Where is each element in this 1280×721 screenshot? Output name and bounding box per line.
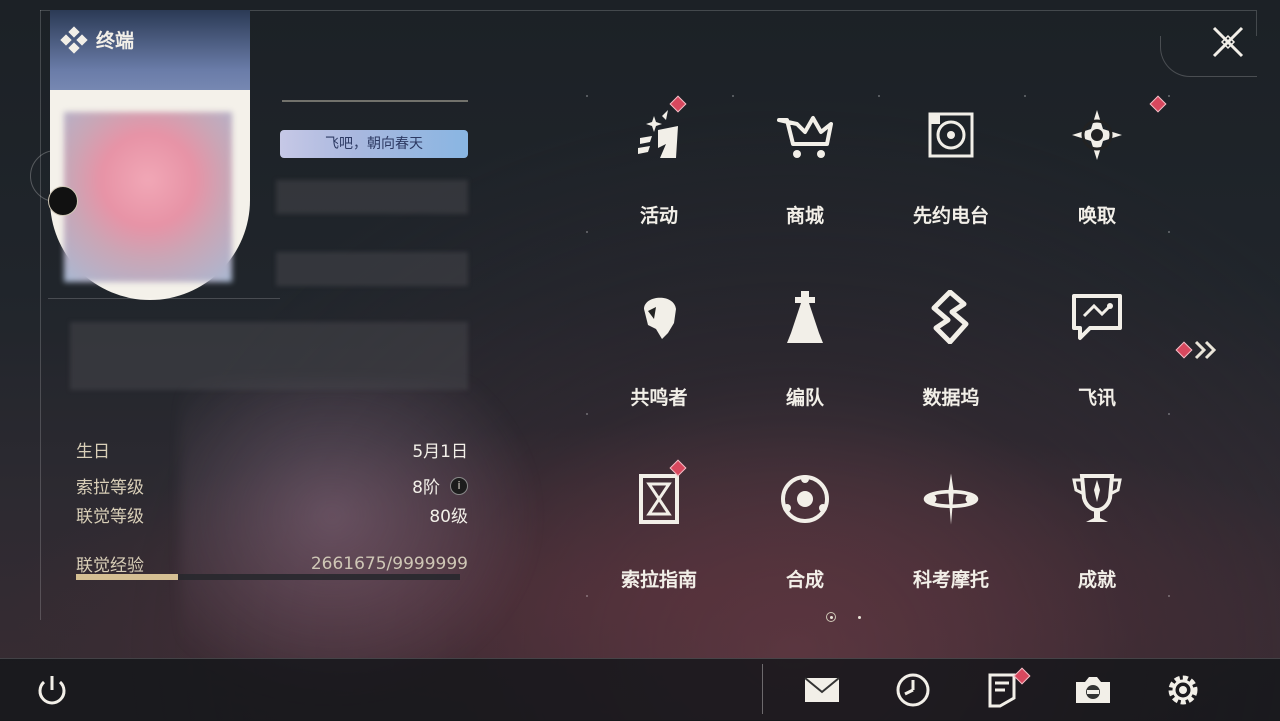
menu-label: 科考摩托 bbox=[912, 569, 989, 591]
terminal-header: 终端 bbox=[60, 25, 135, 54]
player-name-blurred bbox=[276, 180, 468, 214]
message-chat-icon bbox=[1067, 287, 1127, 347]
page-indicator bbox=[826, 612, 861, 622]
clock-button[interactable] bbox=[893, 670, 933, 710]
menu-label: 先约电台 bbox=[912, 205, 989, 227]
menu-item-resonator[interactable]: 共鸣者 bbox=[586, 267, 732, 437]
player-id-blurred bbox=[276, 252, 468, 286]
radio-icon bbox=[921, 105, 981, 165]
menu-item-achievement[interactable]: 成就 bbox=[1024, 449, 1170, 619]
exp-progress-bar bbox=[76, 574, 460, 580]
clock-icon bbox=[896, 673, 930, 707]
menu-label: 合成 bbox=[785, 569, 824, 591]
grid-dot bbox=[586, 595, 588, 597]
grid-dot bbox=[1024, 95, 1026, 97]
notification-badge bbox=[1175, 341, 1193, 359]
menu-item-activity[interactable]: 活动 bbox=[586, 85, 732, 255]
synthesis-icon bbox=[775, 469, 835, 529]
camera-icon bbox=[1076, 677, 1110, 703]
exp-progress-fill bbox=[76, 574, 179, 580]
next-page-button[interactable] bbox=[1175, 340, 1222, 360]
settings-button[interactable] bbox=[1163, 670, 1203, 710]
menu-item-synthesis[interactable]: 合成 bbox=[732, 449, 878, 619]
stat-label: 索拉等级 bbox=[76, 478, 144, 498]
title-badge[interactable]: 飞吧，朝向春天 bbox=[280, 130, 468, 158]
profile-divider bbox=[48, 298, 280, 299]
stat-label: 联觉经验 bbox=[76, 556, 144, 576]
terminal-diamond-icon bbox=[60, 25, 88, 54]
stat-sola-level: 索拉等级 8阶 i bbox=[76, 473, 468, 498]
motorbike-icon bbox=[921, 469, 981, 529]
settings-gear-icon bbox=[1168, 675, 1198, 705]
page-dot-active[interactable] bbox=[826, 612, 836, 622]
frame-right-line bbox=[1256, 10, 1257, 36]
grid-dot bbox=[1168, 595, 1170, 597]
menu-item-guide[interactable]: 索拉指南 bbox=[586, 449, 732, 619]
guide-book-icon bbox=[629, 469, 689, 529]
menu-label: 数据坞 bbox=[922, 387, 980, 409]
menu-label: 唤取 bbox=[1077, 205, 1116, 227]
menu-item-summon[interactable]: 唤取 bbox=[1024, 85, 1170, 255]
menu-item-team[interactable]: 编队 bbox=[732, 267, 878, 437]
mail-icon bbox=[804, 677, 840, 702]
stat-value: 8阶 bbox=[412, 478, 440, 498]
grid-dot bbox=[732, 95, 734, 97]
data-dock-icon bbox=[921, 287, 981, 347]
menu-label: 成就 bbox=[1077, 569, 1116, 591]
menu-grid: 活动 商城 先约电台 唤取 共鸣者 编队 数据坞 飞讯 索拉指南 合成 科考摩托… bbox=[586, 85, 1170, 625]
double-chevron-right-icon bbox=[1194, 340, 1217, 360]
page-dot[interactable] bbox=[858, 615, 861, 619]
stat-birthday: 生日 5月1日 bbox=[76, 437, 468, 462]
menu-label: 共鸣者 bbox=[630, 387, 688, 409]
team-chess-icon bbox=[775, 287, 835, 347]
terminal-title: 终端 bbox=[96, 30, 135, 52]
menu-label: 索拉指南 bbox=[620, 569, 697, 591]
activity-icon bbox=[629, 105, 689, 165]
grid-dot bbox=[586, 413, 588, 415]
menu-item-messages[interactable]: 飞讯 bbox=[1024, 267, 1170, 437]
close-icon bbox=[1212, 26, 1244, 58]
camera-button[interactable] bbox=[1073, 670, 1113, 710]
grid-dot bbox=[878, 95, 880, 97]
stat-union-level: 联觉等级 80级 bbox=[76, 502, 468, 527]
grid-dot bbox=[1168, 231, 1170, 233]
avatar-edit-icon[interactable] bbox=[48, 186, 78, 216]
power-icon bbox=[38, 676, 66, 705]
stat-value: 2661675/9999999 bbox=[310, 553, 468, 574]
notice-button[interactable] bbox=[982, 667, 1031, 710]
close-button[interactable] bbox=[1208, 22, 1248, 62]
resonator-head-icon bbox=[629, 287, 689, 347]
grid-dot bbox=[586, 231, 588, 233]
frame-left-line bbox=[40, 10, 41, 620]
mail-button[interactable] bbox=[802, 670, 842, 710]
shop-crown-cart-icon bbox=[775, 105, 835, 165]
stat-value: 80级 bbox=[429, 507, 468, 527]
trophy-icon bbox=[1067, 469, 1127, 529]
grid-dot bbox=[586, 95, 588, 97]
menu-label: 编队 bbox=[785, 387, 824, 409]
bottom-bar-divider bbox=[762, 664, 763, 714]
signature-blurred[interactable] bbox=[70, 322, 468, 390]
stat-label: 联觉等级 bbox=[76, 507, 144, 527]
title-divider bbox=[282, 100, 468, 102]
avatar[interactable] bbox=[64, 112, 232, 282]
menu-item-motorbike[interactable]: 科考摩托 bbox=[878, 449, 1024, 619]
power-button[interactable] bbox=[32, 670, 72, 710]
notification-badge bbox=[1149, 95, 1167, 113]
stat-union-exp: 联觉经验 2661675/9999999 bbox=[76, 551, 468, 577]
menu-item-data-dock[interactable]: 数据坞 bbox=[878, 267, 1024, 437]
menu-label: 活动 bbox=[639, 205, 678, 227]
menu-label: 商城 bbox=[785, 205, 824, 227]
stat-value: 5月1日 bbox=[412, 442, 468, 462]
grid-dot bbox=[1168, 95, 1170, 97]
grid-dot bbox=[1168, 413, 1170, 415]
menu-item-shop[interactable]: 商城 bbox=[732, 85, 878, 255]
summon-compass-icon bbox=[1067, 105, 1127, 165]
menu-item-radio[interactable]: 先约电台 bbox=[878, 85, 1024, 255]
stat-label: 生日 bbox=[76, 442, 110, 462]
info-icon[interactable]: i bbox=[450, 476, 468, 495]
menu-label: 飞讯 bbox=[1077, 387, 1116, 409]
